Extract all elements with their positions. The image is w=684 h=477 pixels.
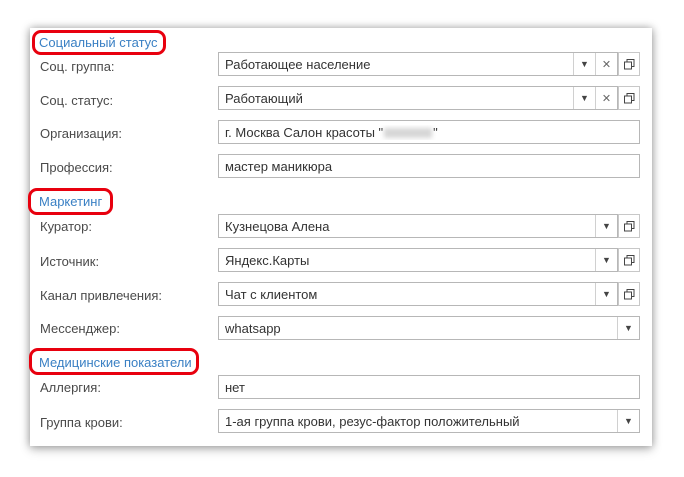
organization-value-suffix: " [433, 124, 438, 140]
channel-field[interactable]: Чат с клиентом ▼ [218, 282, 618, 306]
chevron-down-icon[interactable]: ▼ [595, 215, 617, 237]
channel-value: Чат с клиентом [225, 286, 318, 302]
blood-group-value: 1-ая группа крови, резус-фактор положите… [225, 413, 520, 429]
chevron-down-icon[interactable]: ▼ [573, 53, 595, 75]
source-field[interactable]: Яндекс.Карты ▼ [218, 248, 618, 272]
messenger-value: whatsapp [225, 320, 281, 336]
curator-field[interactable]: Кузнецова Алена ▼ [218, 214, 618, 238]
blood-group-field[interactable]: 1-ая группа крови, резус-фактор положите… [218, 409, 640, 433]
soc-status-label: Соц. статус: [40, 93, 114, 108]
messenger-field[interactable]: whatsapp ▼ [218, 316, 640, 340]
open-form-icon[interactable] [618, 214, 640, 238]
allergy-field[interactable]: нет [218, 375, 640, 399]
chevron-down-icon[interactable]: ▼ [595, 249, 617, 271]
open-form-icon[interactable] [618, 52, 640, 76]
allergy-label: Аллергия: [40, 380, 101, 395]
close-icon[interactable]: ✕ [595, 53, 617, 75]
form-panel: Социальный статус Соц. группа: Работающе… [28, 28, 652, 446]
close-icon[interactable]: ✕ [595, 87, 617, 109]
open-form-icon[interactable] [618, 282, 640, 306]
source-label: Источник: [40, 254, 100, 269]
soc-group-label: Соц. группа: [40, 59, 115, 74]
profession-label: Профессия: [40, 160, 113, 175]
open-form-icon[interactable] [618, 248, 640, 272]
chevron-down-icon[interactable]: ▼ [595, 283, 617, 305]
organization-label: Организация: [40, 126, 123, 141]
profession-field[interactable]: мастер маникюра [218, 154, 640, 178]
chevron-down-icon[interactable]: ▼ [617, 410, 639, 432]
soc-status-field[interactable]: Работающий ▼ ✕ [218, 86, 618, 110]
organization-value: г. Москва Салон красоты " " [219, 125, 639, 140]
channel-label: Канал привлечения: [40, 288, 163, 303]
profession-value: мастер маникюра [225, 158, 333, 174]
open-form-icon[interactable] [618, 86, 640, 110]
section-title-marketing[interactable]: Маркетинг [39, 194, 102, 209]
chevron-down-icon[interactable]: ▼ [617, 317, 639, 339]
allergy-value: нет [225, 379, 245, 395]
curator-value: Кузнецова Алена [225, 218, 330, 234]
organization-field[interactable]: г. Москва Салон красоты " " [218, 120, 640, 144]
soc-group-value: Работающее население [225, 56, 371, 72]
organization-value-prefix: г. Москва Салон красоты " [225, 124, 384, 140]
section-title-medical[interactable]: Медицинские показатели [39, 355, 192, 370]
section-title-social[interactable]: Социальный статус [39, 35, 158, 50]
blood-group-label: Группа крови: [40, 415, 123, 430]
soc-status-value: Работающий [225, 90, 303, 106]
curator-label: Куратор: [40, 219, 92, 234]
soc-group-field[interactable]: Работающее население ▼ ✕ [218, 52, 618, 76]
chevron-down-icon[interactable]: ▼ [573, 87, 595, 109]
redacted-text [384, 128, 433, 139]
source-value: Яндекс.Карты [225, 252, 310, 268]
messenger-label: Мессенджер: [40, 321, 120, 336]
